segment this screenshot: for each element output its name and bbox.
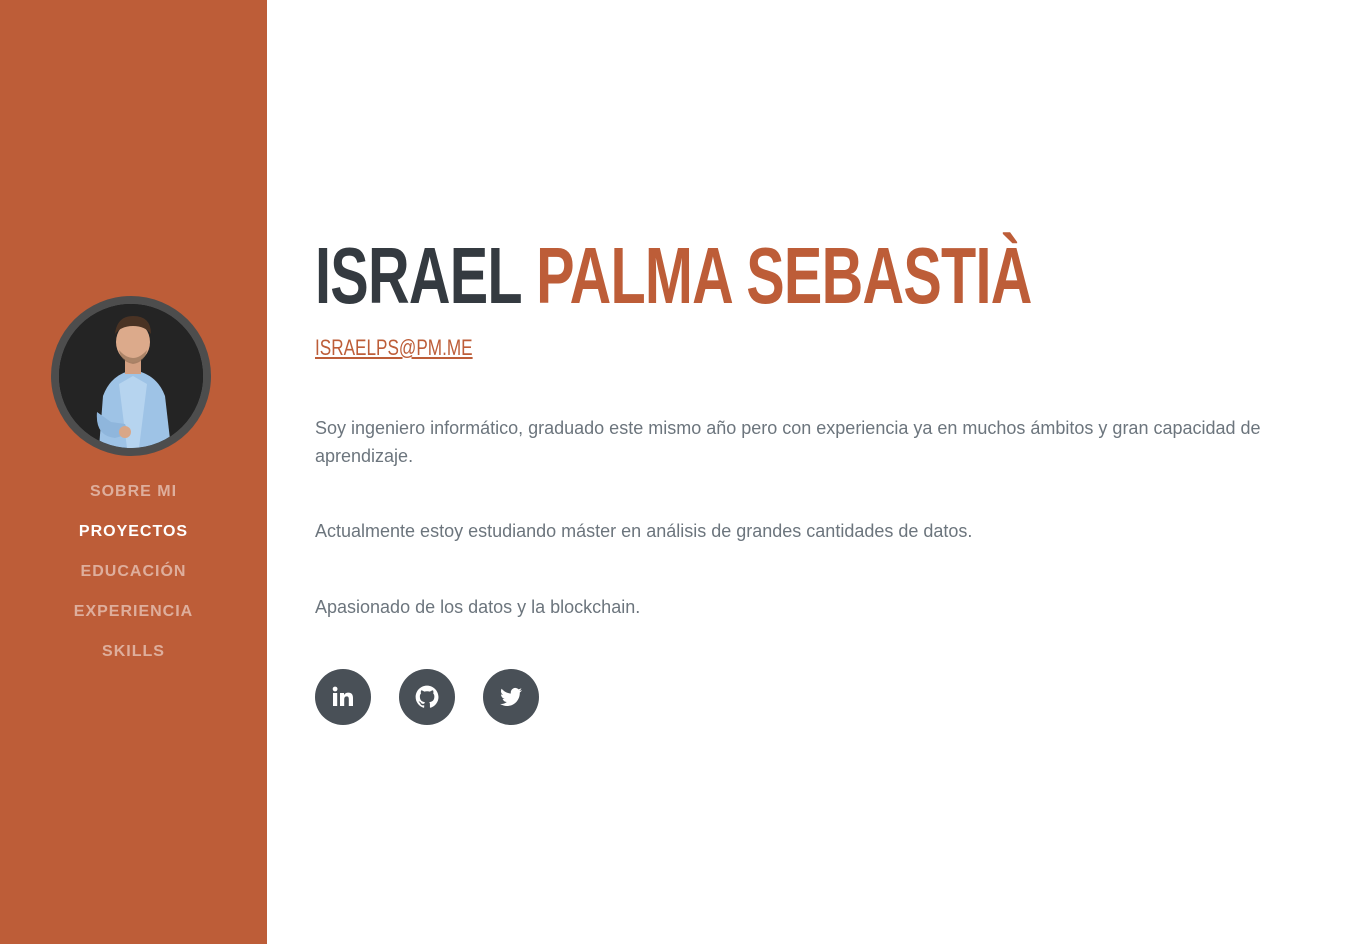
twitter-icon xyxy=(498,685,524,709)
nav-item-proyectos: Proyectos xyxy=(0,520,267,560)
nav-link-skills[interactable]: Skills xyxy=(102,643,165,660)
page-title: Israel Palma Sebastià xyxy=(315,228,1032,324)
linkedin-button[interactable] xyxy=(315,669,371,725)
nav-link-sobre-mi[interactable]: Sobre mi xyxy=(90,483,177,500)
twitter-button[interactable] xyxy=(483,669,539,725)
last-name: Palma Sebastià xyxy=(536,231,1032,320)
sidebar-nav: Sobre mi Proyectos Educación Experiencia… xyxy=(0,480,267,680)
nav-item-educacion: Educación xyxy=(0,560,267,600)
github-button[interactable] xyxy=(399,669,455,725)
nav-link-experiencia[interactable]: Experiencia xyxy=(74,603,193,620)
email-link[interactable]: israelps@pm.me xyxy=(315,334,473,362)
profile-photo xyxy=(59,304,203,448)
first-name: Israel xyxy=(315,231,522,320)
nav-item-sobre-mi: Sobre mi xyxy=(0,480,267,520)
nav-link-educacion[interactable]: Educación xyxy=(81,563,187,580)
social-links xyxy=(315,669,567,725)
nav-item-skills: Skills xyxy=(0,640,267,680)
avatar[interactable] xyxy=(51,296,211,456)
about-paragraph-1: Soy ingeniero informático, graduado este… xyxy=(315,418,1261,466)
sidebar: Sobre mi Proyectos Educación Experiencia… xyxy=(0,0,267,944)
about-paragraph-2: Actualmente estoy estudiando máster en a… xyxy=(315,521,973,541)
github-icon xyxy=(414,684,440,710)
nav-item-experiencia: Experiencia xyxy=(0,600,267,640)
linkedin-icon xyxy=(331,685,355,709)
nav-link-proyectos[interactable]: Proyectos xyxy=(79,523,188,540)
about-paragraph-3: Apasionado de los datos y la blockchain. xyxy=(315,597,641,617)
